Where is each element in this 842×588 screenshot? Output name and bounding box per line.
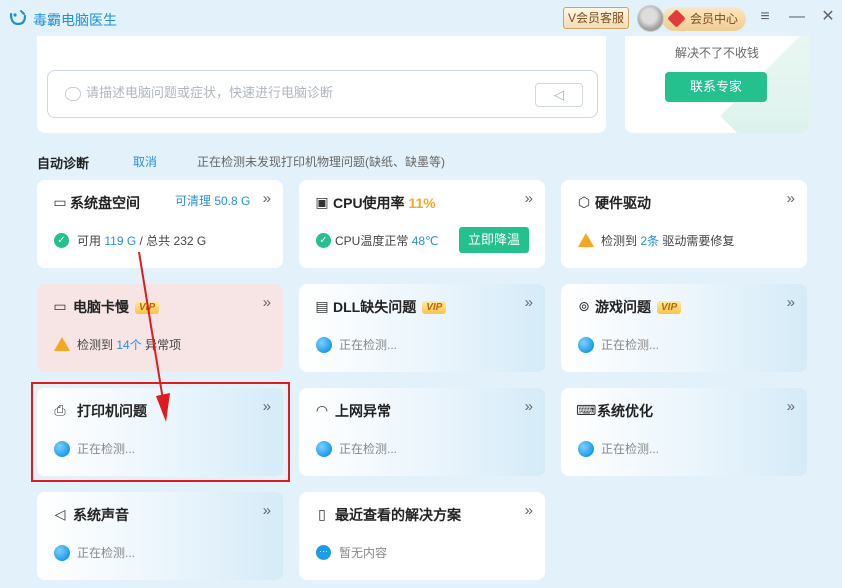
menu-icon[interactable]: ≡ xyxy=(754,6,776,28)
card-title: 系统盘空间 xyxy=(70,195,140,211)
warning-icon xyxy=(54,337,70,351)
card-system-optimize[interactable]: ⌨ 系统优化 » 正在检测... xyxy=(561,388,807,476)
app-title: 毒霸电脑医生 xyxy=(33,12,117,28)
send-icon: ◁ xyxy=(554,87,564,102)
more-icon[interactable]: » xyxy=(787,398,795,415)
vip-badge: VIP xyxy=(135,301,160,314)
member-center-label: 会员中心 xyxy=(690,12,739,26)
more-icon[interactable]: » xyxy=(263,294,271,311)
app-logo-icon xyxy=(9,10,27,26)
member-center-button[interactable]: 会员中心 xyxy=(662,7,746,31)
card-recent-solutions[interactable]: ▯ 最近查看的解决方案 » ··· 暂无内容 xyxy=(299,492,545,580)
card-title: 硬件驱动 xyxy=(595,195,651,211)
search-box[interactable]: ◁ xyxy=(47,70,598,118)
vip-service-button[interactable]: V会员客服 xyxy=(563,7,630,29)
expert-text: 解决不了不收钱 xyxy=(674,46,759,60)
title-bar: 毒霸电脑医生 V会员客服 会员中心 ≡ — ✕ xyxy=(0,0,842,36)
search-card: ◁ xyxy=(37,36,606,133)
warning-icon xyxy=(578,233,594,247)
card-title: 系统优化 xyxy=(597,403,653,419)
card-network-issue[interactable]: ◠ 上网异常 » 正在检测... xyxy=(299,388,545,476)
monitor-icon: ▭ xyxy=(53,298,67,314)
cool-down-button[interactable]: 立即降温 xyxy=(459,227,529,253)
disk-icon: ▭ xyxy=(53,194,67,210)
card-hardware-driver[interactable]: ⬡ 硬件驱动 » 检测到 2条 驱动需要修复 xyxy=(561,180,807,268)
search-input[interactable] xyxy=(86,85,516,100)
card-game-issue[interactable]: ⊚ 游戏问题 VIP » 正在检测... xyxy=(561,284,807,372)
driver-desc: 检测到 2条 驱动需要修复 xyxy=(601,234,735,248)
card-title: 上网异常 xyxy=(335,403,391,419)
card-title: CPU使用率 11% xyxy=(333,195,436,211)
card-disk-space[interactable]: ▭ 系统盘空间 可清理 50.8 G » ✓ 可用 119 G / 总共 232… xyxy=(37,180,283,268)
more-icon[interactable]: » xyxy=(525,294,533,311)
cancel-link[interactable]: 取消 xyxy=(133,153,157,170)
optimize-status: 正在检测... xyxy=(601,442,660,456)
highlight-box xyxy=(31,382,290,482)
driver-icon: ⬡ xyxy=(577,194,591,210)
loading-icon xyxy=(578,337,594,353)
card-title: DLL缺失问题 VIP xyxy=(333,297,447,317)
loading-icon xyxy=(54,545,70,561)
loading-icon xyxy=(316,337,332,353)
card-title: 游戏问题 VIP xyxy=(595,297,682,317)
dots-icon: ··· xyxy=(316,545,331,560)
more-icon[interactable]: » xyxy=(787,190,795,207)
auto-diagnosis-label: 自动诊断 xyxy=(37,156,90,171)
card-title: 最近查看的解决方案 xyxy=(335,507,461,523)
card-dll-missing[interactable]: ▤ DLL缺失问题 VIP » 正在检测... xyxy=(299,284,545,372)
cpu-desc: CPU温度正常 48℃ xyxy=(335,234,439,248)
speaker-icon: ◁ xyxy=(54,506,66,522)
card-cpu-usage[interactable]: ▣ CPU使用率 11% » ✓ CPU温度正常 48℃ 立即降温 xyxy=(299,180,545,268)
chat-icon xyxy=(65,87,81,101)
dll-status: 正在检测... xyxy=(339,338,398,352)
card-system-sound[interactable]: ◁ 系统声音 » 正在检测... xyxy=(37,492,283,580)
check-icon: ✓ xyxy=(316,233,331,248)
minimize-icon[interactable]: — xyxy=(786,6,808,28)
gem-icon xyxy=(667,9,686,28)
recent-status: 暂无内容 xyxy=(339,546,388,560)
dll-file-icon: ▤ xyxy=(315,298,329,314)
keyboard-icon: ⌨ xyxy=(576,402,597,418)
more-icon[interactable]: » xyxy=(263,190,271,207)
more-icon[interactable]: » xyxy=(525,398,533,415)
contact-expert-button[interactable]: 联系专家 xyxy=(665,72,767,102)
more-icon[interactable]: » xyxy=(525,190,533,207)
clipboard-icon: ▯ xyxy=(318,506,326,522)
card-title: 系统声音 xyxy=(73,507,129,523)
expert-card: 解决不了不收钱 联系专家 xyxy=(625,36,809,133)
free-space-link[interactable]: 可清理 50.8 G xyxy=(175,192,250,209)
gamepad-icon: ⊚ xyxy=(578,298,590,314)
card-title: 电脑卡慢 VIP xyxy=(73,297,160,317)
network-status: 正在检测... xyxy=(339,442,398,456)
disk-desc: 可用 119 G / 总共 232 G xyxy=(77,234,207,248)
diagnosis-status: 正在检测未发现打印机物理问题(缺纸、缺墨等) xyxy=(197,155,445,169)
lag-desc: 检测到 14个 异常项 xyxy=(77,338,182,352)
wifi-icon: ◠ xyxy=(315,402,329,418)
more-icon[interactable]: » xyxy=(263,502,271,519)
cpu-icon: ▣ xyxy=(315,194,329,210)
send-button[interactable]: ◁ xyxy=(535,83,583,107)
sound-status: 正在检测... xyxy=(77,546,136,560)
loading-icon xyxy=(578,441,594,457)
loading-icon xyxy=(316,441,332,457)
card-pc-lag[interactable]: ▭ 电脑卡慢 VIP » 检测到 14个 异常项 xyxy=(37,284,283,372)
close-icon[interactable]: ✕ xyxy=(817,6,839,28)
check-icon: ✓ xyxy=(54,233,69,248)
more-icon[interactable]: » xyxy=(787,294,795,311)
vip-badge: VIP xyxy=(422,301,447,314)
game-status: 正在检测... xyxy=(601,338,660,352)
more-icon[interactable]: » xyxy=(525,502,533,519)
avatar[interactable] xyxy=(637,5,664,32)
vip-badge: VIP xyxy=(657,301,682,314)
